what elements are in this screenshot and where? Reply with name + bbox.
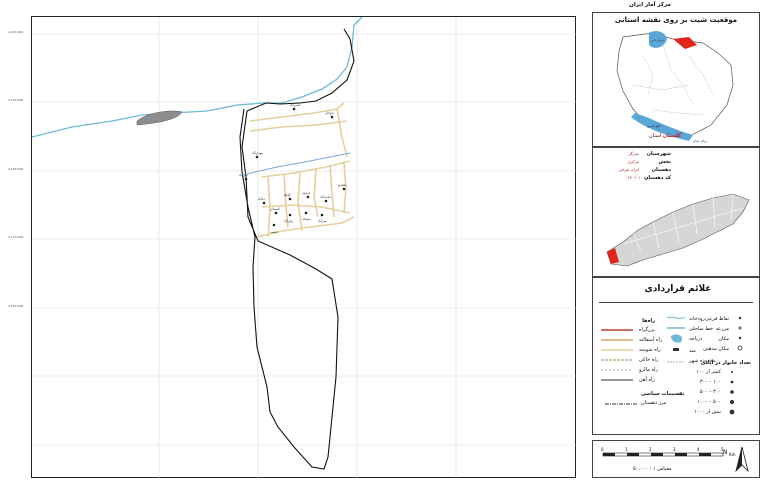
admin-label: کد دهستان: [644, 175, 671, 181]
legend-feature-label: رودخانه: [689, 316, 705, 322]
legend-road-swatches: [601, 329, 633, 381]
admin-label: شهرستان: [646, 151, 671, 157]
legend-point-label: مکان مذهبی: [703, 346, 729, 352]
legend-title: علائم قراردادی: [644, 284, 712, 294]
legend-point-label: مکان: [718, 336, 729, 342]
river: [32, 17, 363, 138]
legend-road-label: راه مالرو: [639, 367, 658, 373]
household-label: بیش از ۱۰۰۰: [693, 409, 721, 415]
scale-tick: 3: [673, 447, 676, 452]
scale-panel: 0 1 2 3 4 5 Km مقیاس ۱ : ۵۰,۰۰۰ N: [592, 440, 760, 478]
legend-feature-label: دریاچه: [689, 336, 703, 342]
village-label: نصرآباد: [318, 219, 327, 223]
village-label: گمیشان: [270, 207, 280, 211]
political-label: مرز دهستان: [641, 400, 667, 406]
coord-label: 4,180,000: [8, 167, 24, 171]
main-map-frame: باغ‌خان حسن‌آباد مهدی‌آباد علی‌آباد ده‌آ…: [31, 16, 577, 479]
legend-road-label: راه آهن: [639, 377, 655, 383]
village-label: قره‌تپه: [302, 191, 311, 195]
oman-label: دریای عمان: [693, 139, 708, 143]
household-label: ۵۰۰ - ۱۰۰۰: [697, 399, 721, 405]
legend-point-label: مزرعه: [715, 326, 729, 332]
legend-point-label: نقاط فرعی: [705, 316, 729, 322]
legend-point-swatches: [737, 316, 743, 351]
coord-label: 4,200,000: [8, 30, 24, 34]
header-title: مرکز آمار ایران: [629, 2, 671, 8]
village-label: چشمه: [270, 230, 278, 234]
main-map: باغ‌خان حسن‌آباد مهدی‌آباد علی‌آباد ده‌آ…: [32, 17, 577, 479]
village-label: حسن‌آباد: [290, 103, 301, 107]
scale-tick: 2: [649, 447, 652, 452]
village-label: آق‌قلا: [284, 193, 291, 197]
lake: [136, 110, 183, 126]
household-label: کمتر از ۱۰۰: [696, 369, 721, 375]
household-label: ۳۰۰ - ۵۰۰: [699, 389, 721, 395]
village-label: قلعه‌نو: [337, 183, 346, 187]
caspian-label: دریای خزر: [650, 38, 664, 42]
village-label: ده‌آباد: [258, 197, 265, 201]
gulf-label: خلیج فارس: [647, 124, 661, 128]
household-swatches: [729, 371, 735, 415]
village-label: علی‌آباد: [239, 173, 248, 177]
scale-tick: 1: [625, 447, 628, 452]
legend-road-label: راه خاکی: [639, 357, 659, 363]
legend-road-label: راه آسفالته: [639, 337, 663, 343]
province-name: گلستان: [662, 133, 682, 139]
north-label: N: [723, 449, 728, 456]
village-label: محمدآباد: [320, 195, 331, 199]
map-sheet: مرکز آمار ایران: [0, 0, 770, 480]
legend-feature-swatches: [666, 316, 686, 363]
legend-divider: [599, 302, 753, 303]
location-title: موقعیت شیت بر روی نقشه استانی: [614, 16, 738, 24]
village-label: مهدی‌آباد: [252, 151, 263, 155]
political-swatch: [605, 403, 637, 405]
legend-road-label: راه شوسه: [639, 347, 661, 353]
admin-value: ۲۷۰۱۰۱۰۰۱: [627, 175, 647, 180]
scale-caption: مقیاس ۱ : ۵۰,۰۰۰: [633, 466, 672, 472]
village-boundary: [239, 28, 355, 470]
iran-map: دریای خزر خلیج فارس دریای عمان: [616, 31, 734, 143]
village-label: سوخته: [302, 217, 311, 221]
coord-label: 4,190,000: [8, 98, 24, 102]
political-title: تقسیمات سیاسی: [641, 391, 685, 397]
legend-road-label: بزرگراه: [639, 327, 655, 333]
province-caption: گلستان استان: [649, 133, 681, 139]
scale-tick: 4: [697, 447, 700, 452]
admin-value: انزان شرقی: [618, 167, 639, 172]
admin-label: دهستان: [651, 167, 671, 173]
location-panel: موقعیت شیت بر روی نقشه استانی دریای خزر …: [592, 12, 760, 147]
coord-label: 4,170,000: [8, 235, 24, 239]
village-label: ولی‌آباد: [284, 219, 293, 223]
household-label: ۱۰۰ - ۳۰۰: [699, 379, 721, 385]
admin-panel: شهرستان بندرگز بخش مرکزی دهستان انزان شر…: [592, 147, 760, 277]
admin-value: مرکزی: [627, 159, 639, 164]
admin-label: بخش: [658, 159, 671, 165]
coord-label: 4,160,000: [8, 304, 24, 308]
roads-title: راه‌ها: [642, 318, 655, 324]
admin-value: بندرگز: [628, 151, 639, 156]
north-arrow-icon: [735, 446, 749, 473]
village-label: باغ‌خان: [325, 111, 334, 115]
scale-tick: 0: [601, 447, 604, 452]
province-caption-prefix: استان: [649, 133, 662, 139]
household-title: تعداد خانوار در آبادی: [700, 360, 751, 366]
golestan-map: [606, 193, 750, 267]
map-grid: [32, 17, 577, 479]
legend-feature-label: خط ساحلی: [689, 326, 714, 332]
legend-feature-label: سد: [689, 348, 696, 354]
legend-panel: علائم قراردادی راه‌ها بزرگراه راه آسفالت…: [592, 277, 760, 435]
